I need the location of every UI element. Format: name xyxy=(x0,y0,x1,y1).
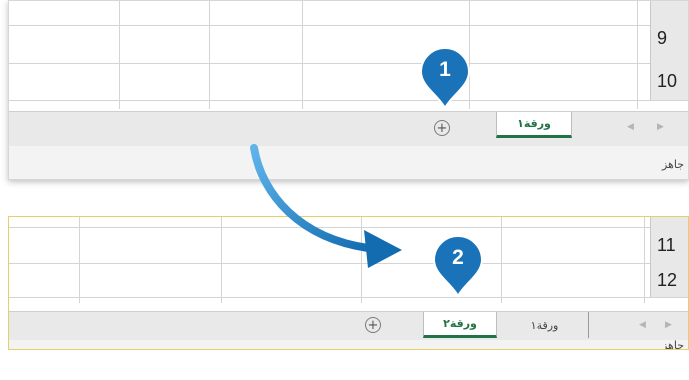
callout-1: 1 xyxy=(417,46,473,110)
callout-number: 2 xyxy=(452,246,464,269)
callout-number: 1 xyxy=(439,58,451,81)
callout-2: 2 xyxy=(430,234,486,298)
transition-arrow-icon xyxy=(250,144,402,268)
